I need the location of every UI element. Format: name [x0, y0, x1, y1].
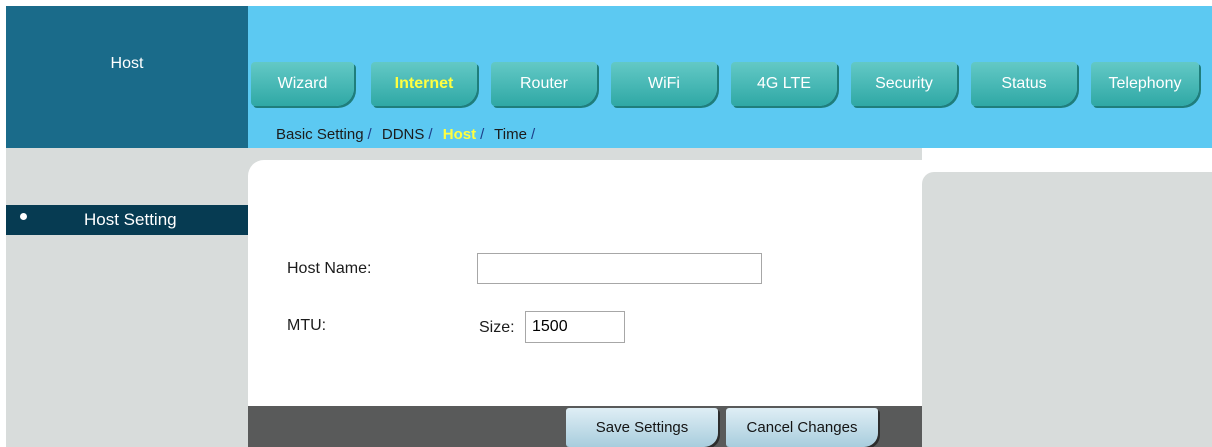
- tab-security[interactable]: Security: [851, 62, 957, 106]
- subnav-basic-setting[interactable]: Basic Setting: [276, 126, 364, 143]
- tab-label: Router: [519, 75, 569, 92]
- bullet-icon: [20, 213, 27, 220]
- help-panel: [922, 172, 1212, 447]
- tab-status[interactable]: Status: [971, 62, 1077, 106]
- tab-internet[interactable]: Internet: [371, 62, 477, 106]
- subnav: Basic Setting / DDNS / Host / Time /: [276, 126, 541, 143]
- tab-label: Status: [1001, 75, 1047, 92]
- tab-label: Internet: [394, 75, 454, 92]
- sidebar-item-host-setting[interactable]: Host Setting: [6, 205, 250, 235]
- subnav-host[interactable]: Host: [443, 126, 476, 143]
- cancel-changes-button[interactable]: Cancel Changes: [726, 408, 878, 447]
- section-title: Host: [110, 55, 144, 72]
- tab-wizard[interactable]: Wizard: [251, 62, 354, 106]
- button-label: Save Settings: [595, 419, 689, 436]
- host-name-input[interactable]: [477, 253, 762, 284]
- tab-label: WiFi: [648, 75, 680, 92]
- form-card: [248, 160, 922, 410]
- mtu-size-label: Size:: [479, 319, 515, 336]
- tab-label: 4G LTE: [757, 75, 811, 92]
- tab-router[interactable]: Router: [491, 62, 597, 106]
- tab-4g-lte[interactable]: 4G LTE: [731, 62, 837, 106]
- host-name-label: Host Name:: [287, 260, 372, 277]
- save-settings-button[interactable]: Save Settings: [566, 408, 718, 447]
- tab-telephony[interactable]: Telephony: [1091, 62, 1199, 106]
- right-panel-top: [922, 148, 1212, 172]
- tab-label: Wizard: [277, 75, 328, 92]
- tab-wifi[interactable]: WiFi: [611, 62, 717, 106]
- subnav-separator: /: [367, 126, 372, 143]
- mtu-label: MTU:: [287, 317, 327, 334]
- button-label: Cancel Changes: [746, 419, 858, 436]
- subnav-separator: /: [530, 126, 536, 143]
- sidebar-panel: [6, 148, 248, 447]
- subnav-separator: /: [428, 126, 433, 143]
- subnav-time[interactable]: Time: [494, 126, 527, 143]
- tab-label: Telephony: [1108, 75, 1182, 92]
- sidebar-item-label: Host Setting: [84, 210, 177, 229]
- mtu-size-input[interactable]: [525, 311, 625, 343]
- section-title-box: Host: [6, 6, 248, 148]
- subnav-separator: /: [480, 126, 485, 143]
- tab-label: Security: [875, 75, 933, 92]
- subnav-ddns[interactable]: DDNS: [382, 126, 425, 143]
